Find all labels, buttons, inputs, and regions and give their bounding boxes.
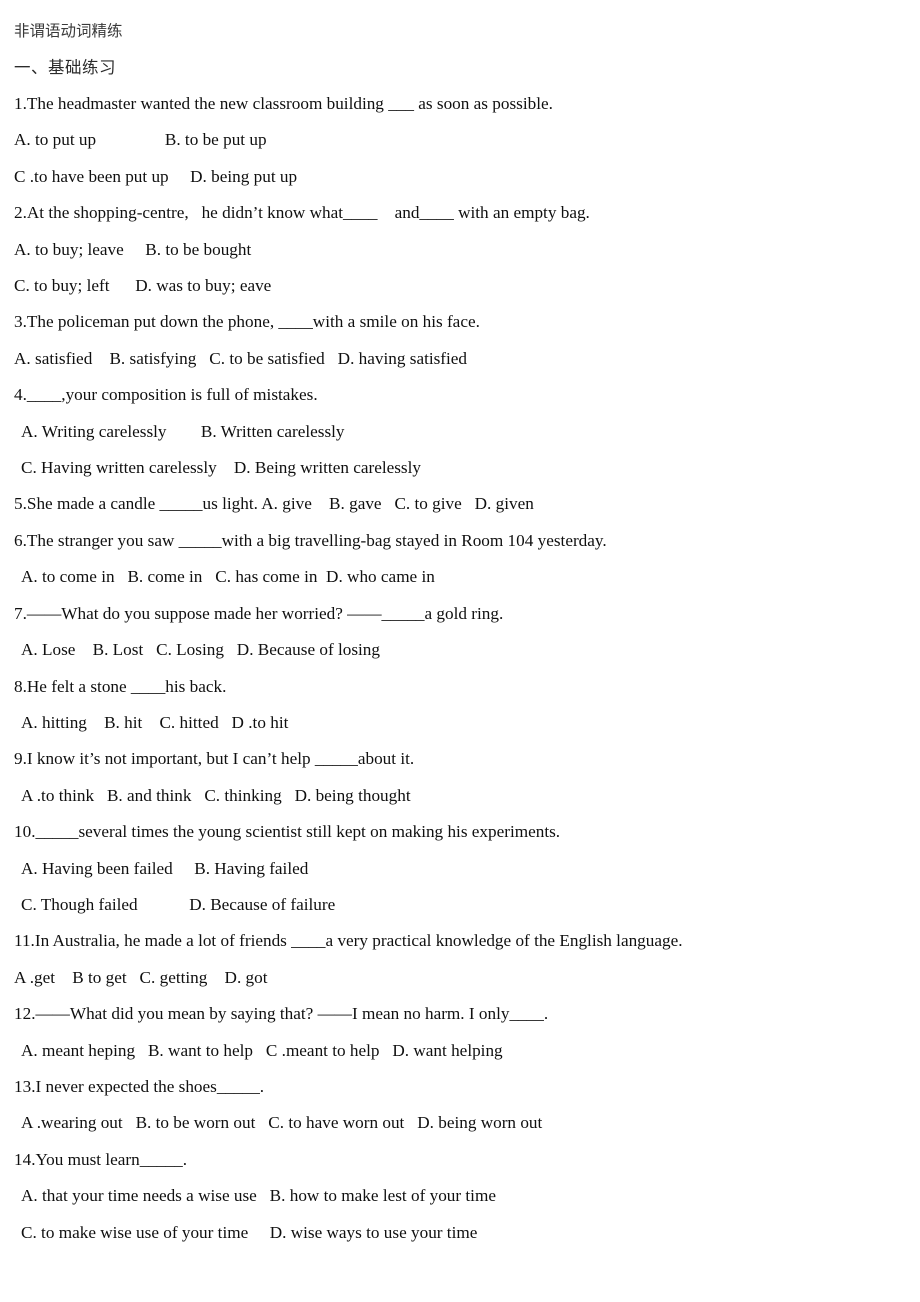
- option-line[interactable]: A. Writing carelessly B. Written careles…: [14, 414, 920, 450]
- option-line[interactable]: C .to have been put up D. being put up: [14, 159, 920, 195]
- question-block: 1.The headmaster wanted the new classroo…: [14, 86, 920, 195]
- option-line[interactable]: A. Having been failed B. Having failed: [14, 851, 920, 887]
- question-stem: 14.You must learn_____.: [14, 1149, 187, 1169]
- question-block: 11.In Australia, he made a lot of friend…: [14, 923, 920, 996]
- option-line[interactable]: A. to come in B. come in C. has come in …: [14, 559, 920, 595]
- option-line[interactable]: A. hitting B. hit C. hitted D .to hit: [14, 705, 920, 741]
- section-heading: 一、基础练习: [14, 58, 116, 77]
- question-block: 12.——What did you mean by saying that? —…: [14, 996, 920, 1069]
- question-block: 8.He felt a stone ____his back. A. hittin…: [14, 669, 920, 742]
- option-line[interactable]: A .to think B. and think C. thinking D. …: [14, 778, 920, 814]
- option-line[interactable]: A .wearing out B. to be worn out C. to h…: [14, 1105, 920, 1141]
- question-block: 7.——What do you suppose made her worried…: [14, 596, 920, 669]
- question-stem: 5.She made a candle _____us light. A. gi…: [14, 494, 534, 514]
- question-stem: 1.The headmaster wanted the new classroo…: [14, 94, 553, 113]
- question-stem: 11.In Australia, he made a lot of friend…: [14, 931, 683, 951]
- question-stem: 10._____several times the young scientis…: [14, 822, 561, 842]
- question-stem: 9.I know it’s not important, but I can’t…: [14, 749, 415, 769]
- question-stem: 12.——What did you mean by saying that? —…: [14, 1004, 549, 1024]
- question-block: 10._____several times the young scientis…: [14, 814, 920, 923]
- question-block: 2.At the shopping-centre, he didn’t know…: [14, 195, 920, 304]
- question-block: 9.I know it’s not important, but I can’t…: [14, 741, 920, 814]
- option-line[interactable]: C. to buy; left D. was to buy; eave: [14, 268, 920, 304]
- question-stem: 7.——What do you suppose made her worried…: [14, 603, 504, 623]
- document-title: 非谓语动词精练: [14, 23, 123, 40]
- worksheet-page: 非谓语动词精练 一、基础练习 1.The headmaster wanted t…: [0, 0, 920, 1302]
- question-stem: 4.____,your composition is full of mista…: [14, 385, 318, 405]
- question-block: 14.You must learn_____. A. that your time…: [14, 1142, 920, 1251]
- question-stem: 3.The policeman put down the phone, ____…: [14, 312, 480, 332]
- question-stem: 13.I never expected the shoes_____.: [14, 1076, 265, 1096]
- option-line[interactable]: A .get B to get C. getting D. got: [14, 960, 920, 996]
- option-line[interactable]: C. to make wise use of your time D. wise…: [14, 1215, 920, 1251]
- option-line[interactable]: A. Lose B. Lost C. Losing D. Because of …: [14, 632, 920, 668]
- question-block: 5.She made a candle _____us light. A. gi…: [14, 486, 920, 522]
- option-line[interactable]: A. satisfied B. satisfying C. to be sati…: [14, 341, 920, 377]
- option-line[interactable]: C. Though failed D. Because of failure: [14, 887, 920, 923]
- question-stem: 6.The stranger you saw _____with a big t…: [14, 530, 607, 550]
- question-block: 4.____,your composition is full of mista…: [14, 377, 920, 486]
- question-block: 3.The policeman put down the phone, ____…: [14, 304, 920, 377]
- option-line[interactable]: A. that your time needs a wise use B. ho…: [14, 1178, 920, 1214]
- question-stem: 8.He felt a stone ____his back.: [14, 676, 227, 696]
- question-stem: 2.At the shopping-centre, he didn’t know…: [14, 203, 590, 223]
- question-block: 6.The stranger you saw _____with a big t…: [14, 523, 920, 596]
- option-line[interactable]: A. to put up B. to be put up: [14, 122, 920, 158]
- question-list: 1.The headmaster wanted the new classroo…: [14, 86, 920, 1251]
- option-line[interactable]: A. to buy; leave B. to be bought: [14, 232, 920, 268]
- option-line[interactable]: C. Having written carelessly D. Being wr…: [14, 450, 920, 486]
- option-line[interactable]: A. meant heping B. want to help C .meant…: [14, 1033, 920, 1069]
- question-block: 13.I never expected the shoes_____. A .we…: [14, 1069, 920, 1142]
